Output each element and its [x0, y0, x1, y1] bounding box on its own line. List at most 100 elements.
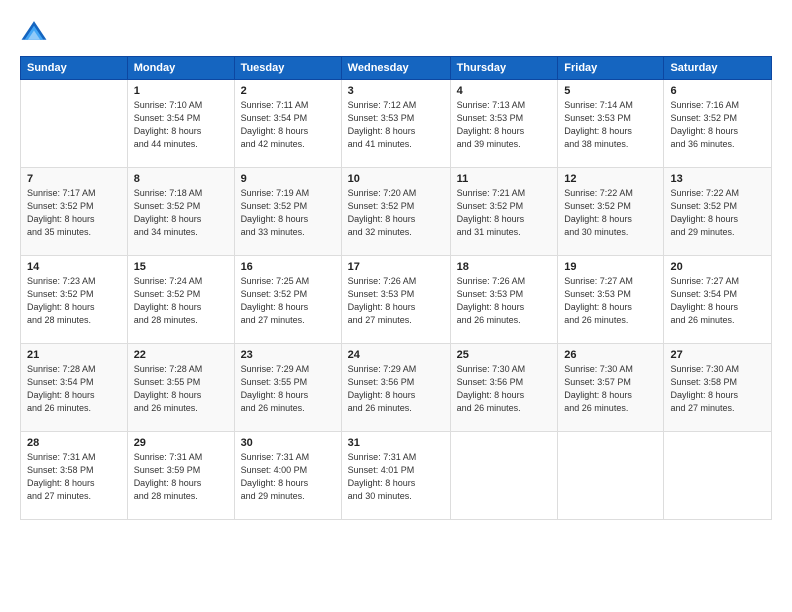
day-number: 1: [134, 85, 228, 97]
day-info: Sunrise: 7:22 AM Sunset: 3:52 PM Dayligh…: [670, 187, 765, 239]
day-info: Sunrise: 7:23 AM Sunset: 3:52 PM Dayligh…: [27, 275, 121, 327]
day-cell: 4Sunrise: 7:13 AM Sunset: 3:53 PM Daylig…: [450, 80, 558, 168]
day-info: Sunrise: 7:31 AM Sunset: 3:59 PM Dayligh…: [134, 451, 228, 503]
weekday-header-tuesday: Tuesday: [234, 57, 341, 80]
day-info: Sunrise: 7:26 AM Sunset: 3:53 PM Dayligh…: [348, 275, 444, 327]
day-number: 14: [27, 261, 121, 273]
header: [20, 18, 772, 46]
day-number: 24: [348, 349, 444, 361]
week-row-3: 21Sunrise: 7:28 AM Sunset: 3:54 PM Dayli…: [21, 344, 772, 432]
calendar-body: 1 Sunrise: 7:10 AM Sunset: 3:54 PM Daylig…: [21, 80, 772, 520]
day-number: 16: [241, 261, 335, 273]
day-info: Sunrise: 7:30 AM Sunset: 3:58 PM Dayligh…: [670, 363, 765, 415]
day-number: 17: [348, 261, 444, 273]
day-cell: 24 Sunrise: 7:29 AM Sunset: 3:56 PM Dayli…: [341, 344, 450, 432]
day-cell: 27 Sunrise: 7:30 AM Sunset: 3:58 PM Dayli…: [664, 344, 772, 432]
day-number: 7: [27, 173, 121, 185]
day-info: Sunrise: 7:31 AM Sunset: 4:01 PM Dayligh…: [348, 451, 444, 503]
day-cell: 13 Sunrise: 7:22 AM Sunset: 3:52 PM Dayli…: [664, 168, 772, 256]
day-cell: 7 Sunrise: 7:17 AM Sunset: 3:52 PM Daylig…: [21, 168, 128, 256]
day-info: Sunrise: 7:19 AM Sunset: 3:52 PM Dayligh…: [241, 187, 335, 239]
weekday-header-saturday: Saturday: [664, 57, 772, 80]
day-cell: 23 Sunrise: 7:29 AM Sunset: 3:55 PM Dayli…: [234, 344, 341, 432]
day-number: 21: [27, 349, 121, 361]
day-info: Sunrise: 7:29 AM Sunset: 3:55 PM Dayligh…: [241, 363, 335, 415]
day-cell: 1 Sunrise: 7:10 AM Sunset: 3:54 PM Daylig…: [127, 80, 234, 168]
day-number: 6: [670, 85, 765, 97]
day-number: 2: [241, 85, 335, 97]
day-number: 11: [457, 173, 552, 185]
day-info: Sunrise: 7:29 AM Sunset: 3:56 PM Dayligh…: [348, 363, 444, 415]
day-info: Sunrise: 7:17 AM Sunset: 3:52 PM Dayligh…: [27, 187, 121, 239]
day-number: 4: [457, 85, 552, 97]
week-row-2: 14 Sunrise: 7:23 AM Sunset: 3:52 PM Dayli…: [21, 256, 772, 344]
day-cell: [450, 432, 558, 520]
day-cell: 21Sunrise: 7:28 AM Sunset: 3:54 PM Dayli…: [21, 344, 128, 432]
day-cell: 18Sunrise: 7:26 AM Sunset: 3:53 PM Dayli…: [450, 256, 558, 344]
day-number: 20: [670, 261, 765, 273]
logo: [20, 18, 52, 46]
day-cell: 6 Sunrise: 7:16 AM Sunset: 3:52 PM Daylig…: [664, 80, 772, 168]
day-info: Sunrise: 7:24 AM Sunset: 3:52 PM Dayligh…: [134, 275, 228, 327]
day-number: 8: [134, 173, 228, 185]
weekday-header-friday: Friday: [558, 57, 664, 80]
day-number: 29: [134, 437, 228, 449]
day-number: 13: [670, 173, 765, 185]
day-info: Sunrise: 7:28 AM Sunset: 3:55 PM Dayligh…: [134, 363, 228, 415]
day-info: Sunrise: 7:31 AM Sunset: 3:58 PM Dayligh…: [27, 451, 121, 503]
day-cell: 16 Sunrise: 7:25 AM Sunset: 3:52 PM Dayli…: [234, 256, 341, 344]
day-cell: 9Sunrise: 7:19 AM Sunset: 3:52 PM Daylig…: [234, 168, 341, 256]
day-cell: [21, 80, 128, 168]
day-cell: 28 Sunrise: 7:31 AM Sunset: 3:58 PM Dayli…: [21, 432, 128, 520]
day-info: Sunrise: 7:26 AM Sunset: 3:53 PM Dayligh…: [457, 275, 552, 327]
day-number: 28: [27, 437, 121, 449]
day-number: 31: [348, 437, 444, 449]
day-info: Sunrise: 7:14 AM Sunset: 3:53 PM Dayligh…: [564, 99, 657, 151]
day-info: Sunrise: 7:31 AM Sunset: 4:00 PM Dayligh…: [241, 451, 335, 503]
day-cell: 8Sunrise: 7:18 AM Sunset: 3:52 PM Daylig…: [127, 168, 234, 256]
day-cell: 3Sunrise: 7:12 AM Sunset: 3:53 PM Daylig…: [341, 80, 450, 168]
day-cell: 29 Sunrise: 7:31 AM Sunset: 3:59 PM Dayli…: [127, 432, 234, 520]
day-cell: [558, 432, 664, 520]
day-cell: 5 Sunrise: 7:14 AM Sunset: 3:53 PM Daylig…: [558, 80, 664, 168]
calendar-table: SundayMondayTuesdayWednesdayThursdayFrid…: [20, 56, 772, 520]
day-info: Sunrise: 7:10 AM Sunset: 3:54 PM Dayligh…: [134, 99, 228, 151]
day-info: Sunrise: 7:25 AM Sunset: 3:52 PM Dayligh…: [241, 275, 335, 327]
day-info: Sunrise: 7:27 AM Sunset: 3:53 PM Dayligh…: [564, 275, 657, 327]
day-info: Sunrise: 7:20 AM Sunset: 3:52 PM Dayligh…: [348, 187, 444, 239]
day-number: 10: [348, 173, 444, 185]
weekday-header-thursday: Thursday: [450, 57, 558, 80]
page: SundayMondayTuesdayWednesdayThursdayFrid…: [0, 0, 792, 612]
day-number: 5: [564, 85, 657, 97]
day-cell: 15 Sunrise: 7:24 AM Sunset: 3:52 PM Dayli…: [127, 256, 234, 344]
day-cell: 10 Sunrise: 7:20 AM Sunset: 3:52 PM Dayli…: [341, 168, 450, 256]
day-number: 23: [241, 349, 335, 361]
day-cell: 11 Sunrise: 7:21 AM Sunset: 3:52 PM Dayli…: [450, 168, 558, 256]
day-number: 3: [348, 85, 444, 97]
day-cell: 19Sunrise: 7:27 AM Sunset: 3:53 PM Dayli…: [558, 256, 664, 344]
day-cell: [664, 432, 772, 520]
weekday-header-wednesday: Wednesday: [341, 57, 450, 80]
weekday-header-monday: Monday: [127, 57, 234, 80]
day-cell: 2 Sunrise: 7:11 AM Sunset: 3:54 PM Daylig…: [234, 80, 341, 168]
day-info: Sunrise: 7:11 AM Sunset: 3:54 PM Dayligh…: [241, 99, 335, 151]
day-cell: 22Sunrise: 7:28 AM Sunset: 3:55 PM Dayli…: [127, 344, 234, 432]
day-cell: 30Sunrise: 7:31 AM Sunset: 4:00 PM Dayli…: [234, 432, 341, 520]
day-info: Sunrise: 7:30 AM Sunset: 3:56 PM Dayligh…: [457, 363, 552, 415]
calendar-header: SundayMondayTuesdayWednesdayThursdayFrid…: [21, 57, 772, 80]
day-number: 25: [457, 349, 552, 361]
weekday-header-sunday: Sunday: [21, 57, 128, 80]
day-cell: 25 Sunrise: 7:30 AM Sunset: 3:56 PM Dayli…: [450, 344, 558, 432]
weekday-row: SundayMondayTuesdayWednesdayThursdayFrid…: [21, 57, 772, 80]
day-number: 15: [134, 261, 228, 273]
logo-icon: [20, 18, 48, 46]
day-info: Sunrise: 7:21 AM Sunset: 3:52 PM Dayligh…: [457, 187, 552, 239]
day-info: Sunrise: 7:30 AM Sunset: 3:57 PM Dayligh…: [564, 363, 657, 415]
day-number: 27: [670, 349, 765, 361]
day-cell: 31 Sunrise: 7:31 AM Sunset: 4:01 PM Dayli…: [341, 432, 450, 520]
day-cell: 14 Sunrise: 7:23 AM Sunset: 3:52 PM Dayli…: [21, 256, 128, 344]
day-cell: 12Sunrise: 7:22 AM Sunset: 3:52 PM Dayli…: [558, 168, 664, 256]
day-info: Sunrise: 7:16 AM Sunset: 3:52 PM Dayligh…: [670, 99, 765, 151]
day-number: 12: [564, 173, 657, 185]
day-number: 26: [564, 349, 657, 361]
